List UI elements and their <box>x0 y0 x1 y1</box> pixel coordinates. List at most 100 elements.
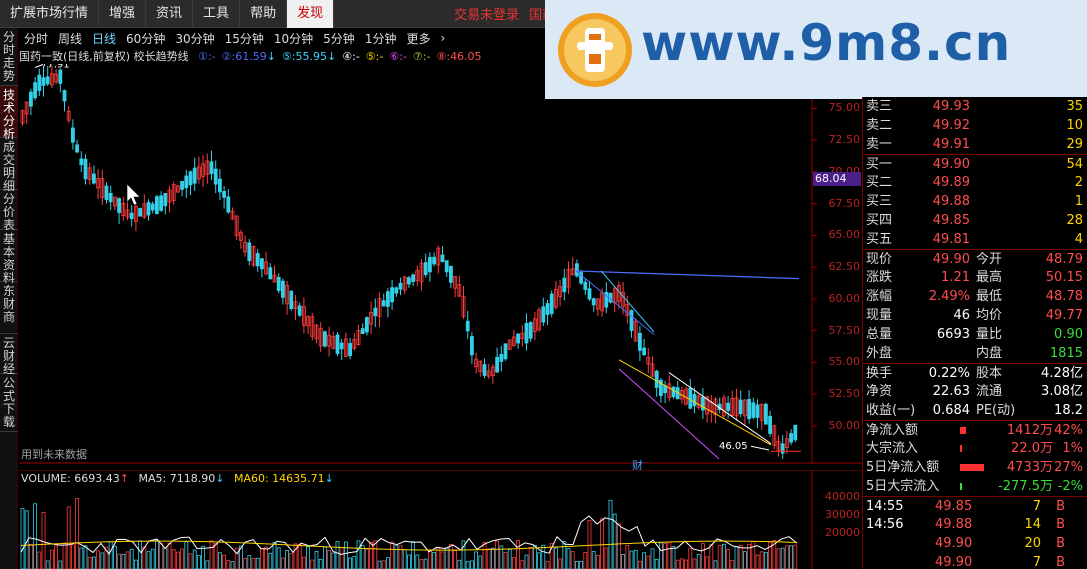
volume-bar <box>167 543 172 569</box>
buy-price[interactable]: 49.81 <box>933 230 970 249</box>
volume-bar <box>134 559 138 569</box>
y-tick-label: 60.00 <box>828 291 861 305</box>
volume-bar <box>230 561 235 569</box>
volume-bar <box>663 543 667 569</box>
volume-bar <box>192 549 197 569</box>
volume-bar <box>113 545 117 569</box>
period-tab-9[interactable]: 更多 <box>401 30 435 47</box>
candle-body <box>83 158 88 180</box>
candle-body <box>688 387 693 409</box>
indicator-item-1: ②:61.59↓ <box>222 50 276 63</box>
buy-level-0: 买一 49.90 54 <box>863 154 1087 173</box>
candle-body <box>41 77 46 86</box>
y-tick-label: 75.00 <box>828 101 861 115</box>
volume-bar <box>751 541 756 569</box>
volume-bar <box>121 554 126 569</box>
volume-bar <box>490 547 495 569</box>
tick-side: B <box>1056 555 1065 569</box>
volume-bar <box>222 554 227 569</box>
sell-volume: 35 <box>1066 99 1083 114</box>
volume-bar <box>415 554 420 569</box>
buy-price[interactable]: 49.89 <box>933 173 970 192</box>
candle-body <box>373 307 378 317</box>
menu-news[interactable]: 资讯 <box>146 0 194 28</box>
flow-bar <box>960 445 962 452</box>
candle-body <box>188 171 193 186</box>
volume-bar <box>717 544 722 569</box>
buy-price[interactable]: 49.90 <box>933 155 970 174</box>
volume-bar <box>264 546 269 569</box>
stat-value-2: 48.79 <box>1045 252 1083 267</box>
flow-label: 5日大宗流入 <box>866 479 940 494</box>
menu-enhance[interactable]: 增强 <box>99 0 147 28</box>
period-tab-0[interactable]: 分时 <box>19 30 53 47</box>
y-tick-label: 50.00 <box>828 418 861 432</box>
candle-body <box>71 127 75 143</box>
tick-volume: 7 <box>1032 555 1041 569</box>
candle-body <box>406 277 411 285</box>
volume-bar <box>423 558 428 569</box>
volume-bar <box>352 556 357 569</box>
sell-label: 卖一 <box>866 137 893 152</box>
kline-chart[interactable]: 77.91 46.05 <box>19 64 862 464</box>
sell-price[interactable]: 49.91 <box>933 135 970 154</box>
left-tab-5[interactable]: 东财商 <box>0 282 18 334</box>
flow-bar <box>960 464 984 471</box>
stat-value-2: 49.77 <box>1045 308 1083 323</box>
buy-volume: 4 <box>1074 232 1083 247</box>
candle-body <box>629 310 634 331</box>
menu-tools[interactable]: 工具 <box>193 0 241 28</box>
volume-bar <box>310 559 315 569</box>
left-tab-0[interactable]: 分时走势 <box>0 28 18 86</box>
candle-body <box>154 196 159 215</box>
chevron-right-icon[interactable]: › <box>435 31 450 45</box>
menu-discover[interactable]: 发现 <box>287 0 335 28</box>
left-tab-2[interactable]: 成交明细 <box>0 138 18 193</box>
left-tab-1[interactable]: 技术分析 <box>0 86 18 141</box>
period-tab-8[interactable]: 1分钟 <box>360 30 402 47</box>
ma5-value: 7118.90 <box>169 472 216 485</box>
volume-bar <box>381 560 386 569</box>
menu-extended-market[interactable]: 扩展市场行情 <box>0 0 100 28</box>
candle-body <box>448 265 453 283</box>
site-logo-icon <box>558 13 632 87</box>
left-tab-4[interactable]: 基本资料 <box>0 230 18 285</box>
period-tab-6[interactable]: 10分钟 <box>269 30 318 47</box>
left-tab-3[interactable]: 分价表 <box>0 190 18 232</box>
trading-window: 扩展市场行情 增强 资讯 工具 帮助 发现 交易未登录 国药一 分时走势技术分析… <box>0 0 1087 569</box>
candle-body <box>747 399 751 420</box>
candle-body <box>738 399 743 415</box>
login-status[interactable]: 交易未登录 <box>454 4 519 23</box>
period-tab-1[interactable]: 周线 <box>53 30 87 47</box>
period-tab-4[interactable]: 30分钟 <box>170 30 219 47</box>
period-tab-3[interactable]: 60分钟 <box>121 30 170 47</box>
period-tab-7[interactable]: 5分钟 <box>318 30 360 47</box>
money-flow-row-3: 5日大宗流入 -277.5万 -2% <box>863 477 1087 496</box>
volume-bar <box>780 547 785 569</box>
left-tab-7[interactable]: 公式下载 <box>0 374 18 432</box>
volume-bar <box>558 558 562 569</box>
period-tab-2[interactable]: 日线 <box>87 30 121 47</box>
period-tab-5[interactable]: 15分钟 <box>220 30 269 47</box>
left-tab-6[interactable]: 云财经 <box>0 334 18 376</box>
tick-volume: 7 <box>1032 499 1041 514</box>
sell-price[interactable]: 49.92 <box>933 116 970 135</box>
sell-price[interactable]: 49.93 <box>933 97 970 116</box>
buy-price[interactable]: 49.85 <box>933 211 970 230</box>
indicator-value: - <box>211 50 216 63</box>
sell-level-1: 卖二 49.92 10 <box>863 116 1087 135</box>
volume-bar <box>448 543 453 569</box>
menu-help[interactable]: 帮助 <box>240 0 288 28</box>
candle-body <box>575 263 579 277</box>
volume-bar <box>306 546 311 569</box>
volume-bar <box>453 550 458 569</box>
volume-bar <box>66 506 71 569</box>
y-tick-label: 52.50 <box>828 387 861 401</box>
stat-value-2: 50.15 <box>1045 270 1083 285</box>
candle-body <box>335 334 340 354</box>
volume-bar <box>738 544 743 569</box>
volume-bar <box>688 547 693 569</box>
tick-price: 49.90 <box>935 555 973 569</box>
volume-bar <box>684 559 688 569</box>
buy-price[interactable]: 49.88 <box>933 192 970 211</box>
